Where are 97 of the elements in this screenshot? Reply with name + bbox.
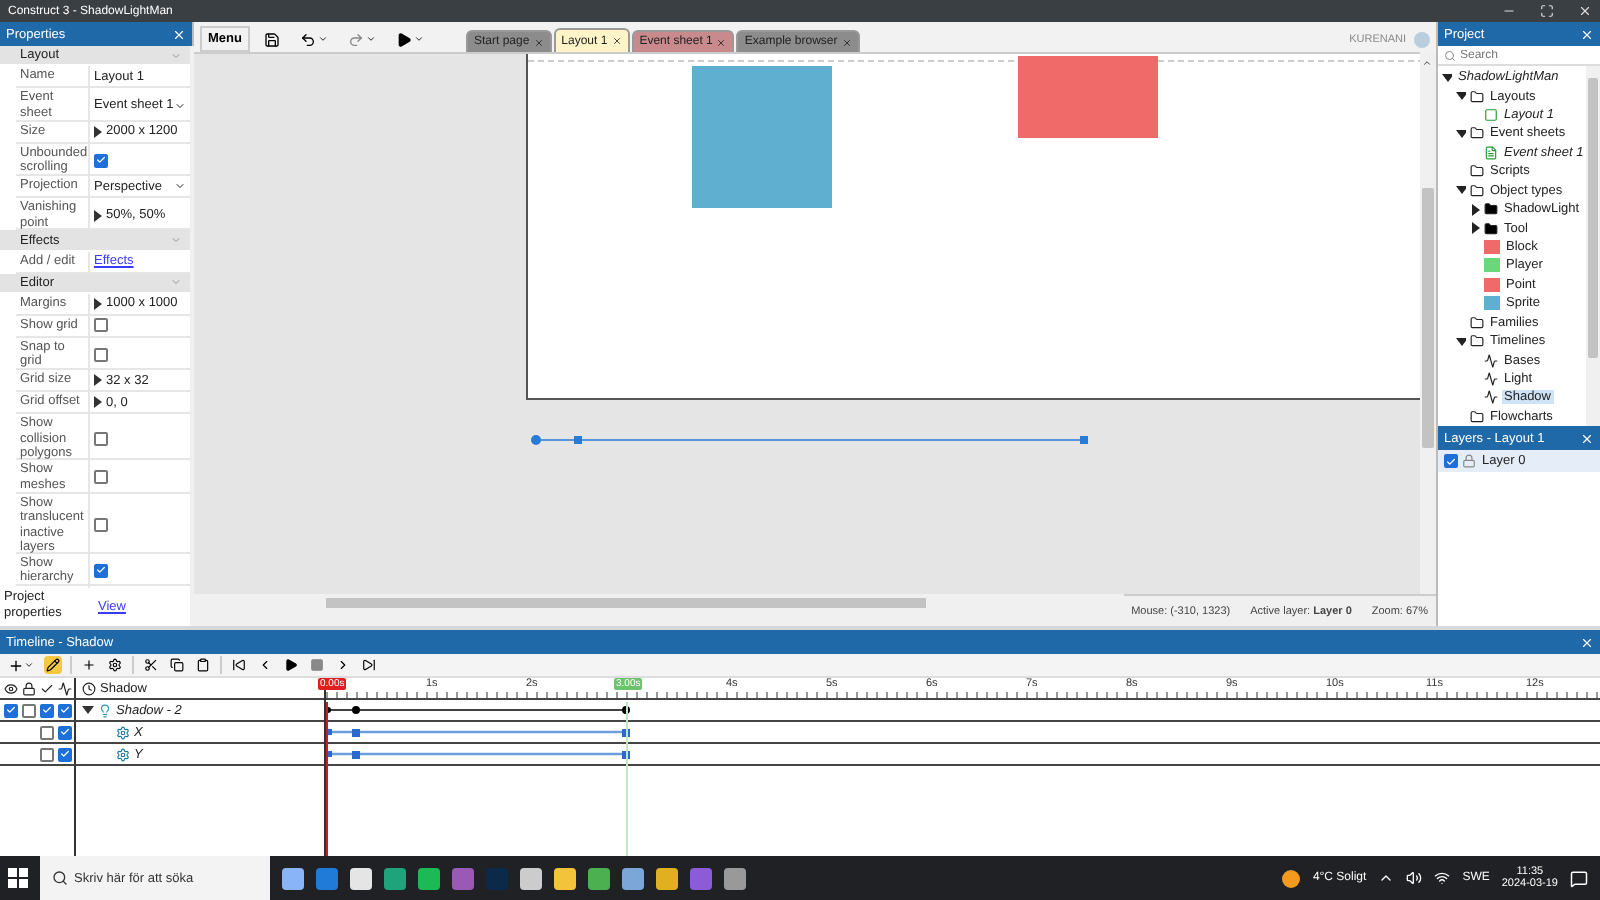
volume-icon[interactable] [1406, 870, 1423, 886]
tray-chevron-icon[interactable] [1378, 870, 1395, 886]
expand-icon[interactable] [1470, 203, 1480, 216]
caret-icon [317, 34, 328, 44]
unlocked-icon[interactable] [1462, 454, 1476, 468]
checkbox[interactable] [58, 725, 72, 739]
checkbox[interactable] [94, 153, 108, 168]
folder-icon [1470, 409, 1484, 424]
play-icon [395, 31, 412, 47]
scrollbar-thumb[interactable] [1588, 78, 1598, 358]
stop-icon [310, 658, 324, 672]
checkbox[interactable] [94, 431, 108, 446]
event-sheet-icon [1484, 145, 1498, 160]
minimize-icon[interactable] [1502, 4, 1516, 18]
scrollbar-thumb[interactable] [1422, 188, 1434, 448]
pencil-icon [46, 658, 60, 672]
folder-icon [1484, 221, 1498, 236]
caret-icon [413, 34, 424, 44]
copy-button[interactable] [168, 656, 186, 674]
add-keyframe-button[interactable] [80, 656, 98, 674]
plus-icon [82, 658, 96, 672]
checkbox[interactable] [22, 703, 36, 717]
search-icon [1444, 49, 1456, 61]
checkbox[interactable] [40, 725, 54, 739]
collapse-icon[interactable] [82, 706, 94, 714]
check-icon [40, 681, 54, 695]
checkbox[interactable] [94, 563, 108, 578]
collapse-icon[interactable] [1456, 90, 1466, 103]
property-track-icon [116, 747, 130, 761]
checkbox[interactable] [58, 703, 72, 717]
caret-icon [365, 34, 376, 44]
folder-icon [1470, 89, 1484, 104]
plus-icon [8, 657, 24, 673]
cut-button[interactable] [142, 656, 160, 674]
gear-icon [108, 658, 122, 672]
checkbox[interactable] [94, 470, 108, 485]
scrollbar-thumb[interactable] [326, 598, 926, 608]
checkbox[interactable] [94, 318, 108, 333]
checkbox[interactable] [4, 703, 18, 717]
expand-icon[interactable] [1470, 222, 1480, 235]
folder-icon [1470, 126, 1484, 141]
folder-icon [1470, 164, 1484, 179]
chevron-left-icon [258, 658, 272, 672]
scissors-icon [144, 658, 158, 672]
play-icon [284, 658, 298, 672]
checkbox[interactable] [94, 347, 108, 362]
checkmark-icon [6, 704, 16, 716]
expand-icon[interactable] [94, 297, 102, 310]
network-icon[interactable] [1434, 870, 1451, 886]
paste-button[interactable] [194, 656, 212, 674]
add-button[interactable] [6, 655, 36, 675]
expand-icon[interactable] [94, 209, 102, 221]
checkbox[interactable] [40, 747, 54, 761]
edit-button[interactable] [44, 656, 62, 674]
graph-icon [58, 681, 72, 695]
copy-icon [170, 658, 184, 672]
visibility-icon [4, 681, 18, 695]
folder-icon [1484, 202, 1498, 217]
collapse-icon[interactable] [1456, 184, 1466, 197]
skip-start-button[interactable] [230, 656, 248, 674]
notifications-icon[interactable] [1570, 869, 1588, 887]
caret-icon [24, 660, 34, 670]
lock-icon [22, 681, 36, 695]
maximize-icon[interactable] [1540, 4, 1554, 18]
close-icon[interactable] [1578, 4, 1592, 18]
save-icon [263, 31, 280, 47]
keyframe-button[interactable] [106, 656, 124, 674]
stop-button[interactable] [308, 656, 326, 674]
folder-icon [1470, 183, 1484, 198]
collapse-icon[interactable] [1456, 127, 1466, 140]
checkmark-icon [96, 154, 106, 167]
visibility-checkbox[interactable] [1444, 454, 1458, 468]
checkbox[interactable] [94, 518, 108, 533]
search-icon [52, 870, 68, 886]
lightbulb-icon [98, 703, 112, 717]
folder-icon [1470, 334, 1484, 349]
clipboard-icon [196, 658, 210, 672]
checkmark-icon [96, 564, 106, 577]
folder-icon [1470, 315, 1484, 330]
weather-icon [1282, 869, 1301, 887]
timeline-icon [82, 681, 96, 695]
skip-back-icon [232, 658, 246, 672]
skip-forward-icon [362, 658, 376, 672]
property-track-icon [116, 725, 130, 739]
checkbox[interactable] [58, 747, 72, 761]
skip-end-button[interactable] [360, 656, 378, 674]
play-button[interactable] [282, 656, 300, 674]
undo-icon [299, 31, 316, 47]
windows-logo-icon[interactable] [8, 868, 28, 888]
checkmark-icon [1446, 455, 1456, 467]
collapse-icon[interactable] [1456, 335, 1466, 348]
collapse-icon[interactable] [1442, 71, 1452, 84]
checkbox[interactable] [40, 703, 54, 717]
layout-icon [1484, 108, 1498, 123]
redo-icon [347, 31, 364, 47]
expand-icon[interactable] [94, 125, 102, 138]
chevron-right-icon [336, 658, 350, 672]
